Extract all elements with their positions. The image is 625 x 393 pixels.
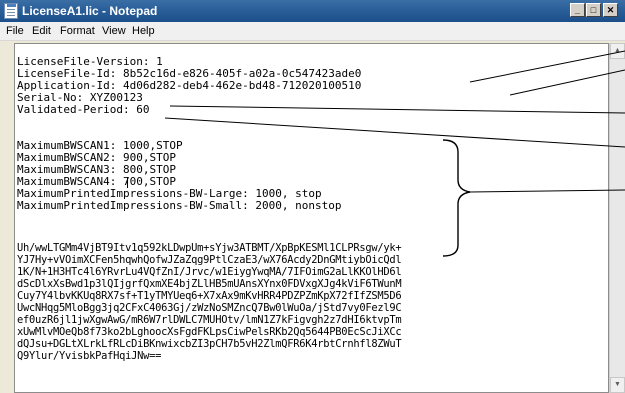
- menu-view[interactable]: View: [102, 25, 126, 38]
- signature-line: UwcNHqg5MloBgg3jq2CFxC4063Gj/zWzNoSMZncQ…: [17, 302, 402, 314]
- signature-line: dScDlxXsBwd1p3lQIjgrfQxmXE4bjZLlHB5mUAns…: [17, 278, 402, 290]
- text-editor[interactable]: LicenseFile-Version: 1 LicenseFile-Id: 8…: [14, 43, 609, 393]
- signature-line: Uh/wwLTGMm4VjBT9Itv1q592kLDwpUm+sYjw3ATB…: [17, 242, 402, 254]
- menu-help[interactable]: Help: [132, 25, 155, 38]
- menu-edit[interactable]: Edit: [32, 25, 51, 38]
- minimize-button[interactable]: _: [570, 3, 585, 17]
- scroll-up-icon[interactable]: ▲: [610, 43, 625, 59]
- vertical-scrollbar[interactable]: ▲ ▼: [609, 43, 625, 393]
- window-title: LicenseA1.lic - Notepad: [22, 4, 158, 18]
- menu-file[interactable]: File: [6, 25, 24, 38]
- notepad-icon[interactable]: [4, 3, 18, 19]
- maximize-button[interactable]: □: [586, 3, 601, 17]
- title-bar[interactable]: LicenseA1.lic - Notepad _ □ ✕: [0, 0, 625, 22]
- signature-line: dQJsu+DGLtXLrkLfRLcDiBKnwixcbZI3pCH7b5vH…: [17, 338, 402, 350]
- signature-line: xUwMlvMOeQb8f73ko2bLghoocXsFgdFKLpsCiwPe…: [17, 326, 402, 338]
- line-printed-small: MaximumPrintedImpressions-BW-Small: 2000…: [17, 199, 342, 212]
- notepad-window: LicenseA1.lic - Notepad _ □ ✕ File Edit …: [0, 0, 625, 393]
- signature-line: ef0uzR6jl1jwXgwAwG/mR6W7rlDWLC7MUHOtv/lm…: [17, 314, 402, 326]
- signature-line: YJ7Hy+vVOimXCFen5hqwhQofwJZaZqg9PtlCzaE3…: [17, 254, 402, 266]
- menu-bar: File Edit Format View Help: [0, 22, 625, 41]
- signature-line: Cuy7Y4lbvKKUq8RX7sf+T1yTMYUeq6+X7xAx9mKv…: [17, 290, 402, 302]
- scroll-down-icon[interactable]: ▼: [610, 377, 625, 393]
- signature-line: 1K/N+1H3HTc4l6YRvrLu4VQfZnI/Jrvc/w1EiygY…: [17, 266, 402, 278]
- menu-format[interactable]: Format: [60, 25, 95, 38]
- signature-line: Q9Ylur/YvisbkPafHqiJNw==: [17, 350, 162, 362]
- close-button[interactable]: ✕: [603, 3, 618, 17]
- line-validated-period: Validated-Period: 60: [17, 103, 150, 116]
